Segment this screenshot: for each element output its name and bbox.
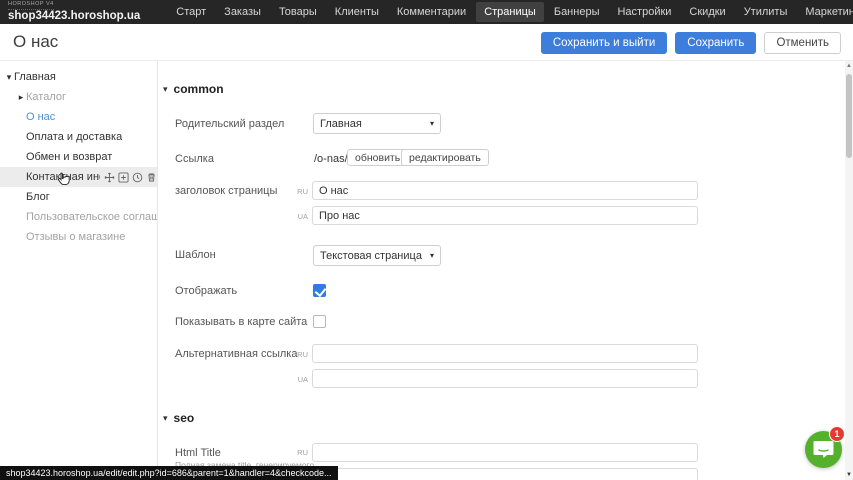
page-edit-form: ▾ common Родительский раздел Главная ▾ С… bbox=[158, 61, 845, 480]
section-seo-title: seo bbox=[174, 411, 195, 425]
tree-item-blog[interactable]: Блог bbox=[0, 187, 157, 207]
page-title-field-label: заголовок страницы bbox=[175, 185, 277, 197]
pages-tree-sidebar: ▾ Главная ▸ Каталог О нас Оплата и доста… bbox=[0, 61, 157, 480]
tree-item-label: Обмен и возврат bbox=[26, 151, 112, 163]
history-icon[interactable] bbox=[132, 172, 143, 183]
move-icon[interactable] bbox=[104, 172, 115, 183]
tree-item-exchange-return[interactable]: Обмен и возврат bbox=[0, 147, 157, 167]
nav-item-settings[interactable]: Настройки bbox=[609, 2, 679, 22]
lang-tag-ua: UA bbox=[294, 212, 308, 221]
page-title: О нас bbox=[13, 32, 58, 52]
scrollbar-thumb[interactable] bbox=[846, 74, 852, 158]
chat-widget-button[interactable]: 1 bbox=[805, 431, 842, 468]
chat-unread-badge: 1 bbox=[829, 426, 845, 442]
delete-icon[interactable] bbox=[146, 172, 157, 183]
tree-expand-icon[interactable]: ▾ bbox=[4, 72, 14, 83]
nav-item-pages[interactable]: Страницы bbox=[476, 2, 544, 22]
status-url-bar: shop34423.horoshop.ua/edit/edit.php?id=6… bbox=[0, 466, 338, 480]
page-header: О нас Сохранить и выйти Сохранить Отмени… bbox=[0, 24, 853, 61]
template-select[interactable]: Текстовая страница ▾ bbox=[313, 245, 441, 266]
vertical-scrollbar[interactable]: ▲ ▼ bbox=[845, 61, 853, 480]
section-collapse-icon: ▾ bbox=[163, 84, 168, 95]
nav-item-marketing[interactable]: Маркетинг bbox=[797, 2, 853, 22]
tree-item-label: Блог bbox=[26, 191, 50, 203]
brand-domain-label: shop34423.horoshop.ua bbox=[8, 11, 140, 23]
section-collapse-icon: ▾ bbox=[163, 413, 168, 424]
scroll-up-icon[interactable]: ▲ bbox=[845, 61, 853, 71]
cancel-button[interactable]: Отменить bbox=[764, 32, 841, 54]
lang-tag-ru: RU bbox=[294, 187, 308, 196]
tree-collapse-icon[interactable]: ▸ bbox=[16, 92, 26, 103]
nav-item-banners[interactable]: Баннеры bbox=[546, 2, 608, 22]
nav-item-orders[interactable]: Заказы bbox=[216, 2, 269, 22]
tree-item-main[interactable]: ▾ Главная bbox=[0, 67, 157, 87]
tree-item-catalog[interactable]: ▸ Каталог bbox=[0, 87, 157, 107]
tree-row-actions bbox=[104, 172, 157, 183]
chat-bubble-icon bbox=[813, 440, 834, 459]
lang-tag-ru: RU bbox=[294, 350, 308, 359]
app-window: HOROSHOP V4 shop34423.horoshop.ua Старт … bbox=[0, 0, 853, 480]
page-title-ua-input[interactable] bbox=[312, 206, 698, 225]
top-navigation: Старт Заказы Товары Клиенты Комментарии … bbox=[168, 2, 853, 22]
chevron-down-icon: ▾ bbox=[430, 251, 434, 260]
section-common-header[interactable]: ▾ common bbox=[163, 82, 224, 96]
tree-item-about[interactable]: О нас bbox=[0, 107, 157, 127]
nav-item-comments[interactable]: Комментарии bbox=[389, 2, 474, 22]
chevron-down-icon: ▾ bbox=[430, 119, 434, 128]
nav-item-clients[interactable]: Клиенты bbox=[327, 2, 387, 22]
header-actions: Сохранить и выйти Сохранить Отменить bbox=[541, 32, 841, 54]
scroll-down-icon[interactable]: ▼ bbox=[845, 470, 853, 480]
html-title-ua-input[interactable] bbox=[312, 468, 698, 480]
nav-item-utilities[interactable]: Утилиты bbox=[736, 2, 796, 22]
brand-version-label: HOROSHOP V4 bbox=[8, 2, 54, 10]
nav-item-products[interactable]: Товары bbox=[271, 2, 325, 22]
alt-link-ru-input[interactable] bbox=[312, 344, 698, 363]
template-label: Шаблон bbox=[175, 249, 216, 261]
tree-item-label: Отзывы о магазине bbox=[26, 231, 125, 243]
save-and-exit-button[interactable]: Сохранить и выйти bbox=[541, 32, 667, 54]
parent-section-label: Родительский раздел bbox=[175, 118, 284, 130]
topbar: HOROSHOP V4 shop34423.horoshop.ua Старт … bbox=[0, 0, 853, 24]
add-icon[interactable] bbox=[118, 172, 129, 183]
html-title-ru-input[interactable] bbox=[312, 443, 698, 462]
tree-item-label: Пользовательское соглашение bbox=[26, 211, 157, 223]
page-title-ru-input[interactable] bbox=[312, 181, 698, 200]
tree-item-label: Оплата и доставка bbox=[26, 131, 122, 143]
lang-tag-ua: UA bbox=[294, 375, 308, 384]
brand-logo[interactable]: HOROSHOP V4 shop34423.horoshop.ua bbox=[8, 2, 140, 22]
link-value: /o-nas/ bbox=[314, 153, 348, 165]
sitemap-label: Показывать в карте сайта bbox=[175, 316, 307, 328]
link-label: Ссылка bbox=[175, 153, 214, 165]
sitemap-checkbox[interactable] bbox=[313, 315, 326, 328]
tree-item-contact-info[interactable]: Контактная инфор bbox=[0, 167, 157, 187]
nav-item-discounts[interactable]: Скидки bbox=[681, 2, 733, 22]
link-edit-button[interactable]: редактировать bbox=[401, 149, 489, 166]
display-label: Отображать bbox=[175, 285, 237, 297]
alt-link-ua-input[interactable] bbox=[312, 369, 698, 388]
tree-item-payment-delivery[interactable]: Оплата и доставка bbox=[0, 127, 157, 147]
link-update-button[interactable]: обновить bbox=[347, 149, 408, 166]
tree-item-store-reviews[interactable]: Отзывы о магазине bbox=[0, 227, 157, 247]
tree-item-user-agreement[interactable]: Пользовательское соглашение bbox=[0, 207, 157, 227]
section-seo-header[interactable]: ▾ seo bbox=[163, 411, 194, 425]
alt-link-label: Альтернативная ссылка bbox=[175, 348, 297, 360]
display-checkbox[interactable] bbox=[313, 284, 326, 297]
section-common-title: common bbox=[174, 82, 224, 96]
lang-tag-ru: RU bbox=[294, 448, 308, 457]
tree-item-label: Каталог bbox=[26, 91, 66, 103]
save-button[interactable]: Сохранить bbox=[675, 32, 756, 54]
parent-section-select[interactable]: Главная ▾ bbox=[313, 113, 441, 134]
template-value: Текстовая страница bbox=[320, 250, 422, 262]
html-title-label: Html Title bbox=[175, 447, 221, 459]
tree-item-label: Контактная инфор bbox=[26, 171, 100, 183]
tree-item-label: О нас bbox=[26, 111, 55, 123]
nav-item-start[interactable]: Старт bbox=[168, 2, 214, 22]
tree-item-label: Главная bbox=[14, 71, 56, 83]
parent-section-value: Главная bbox=[320, 118, 362, 130]
